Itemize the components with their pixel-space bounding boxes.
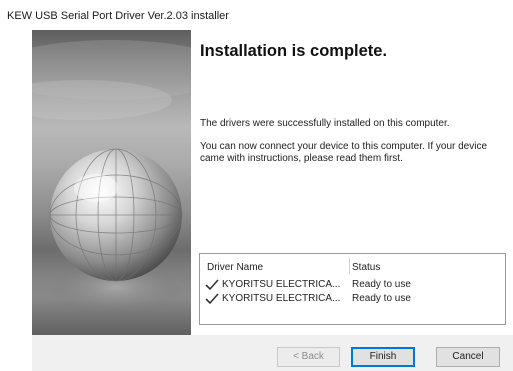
column-header-driver-name[interactable]: Driver Name bbox=[207, 262, 263, 273]
driver-name: KYORITSU ELECTRICA... bbox=[222, 279, 341, 290]
sidebar-globe-image bbox=[32, 30, 191, 335]
driver-row[interactable]: KYORITSU ELECTRICA... Ready to use bbox=[200, 292, 505, 306]
checkmark-icon bbox=[205, 279, 219, 291]
checkmark-icon bbox=[205, 293, 219, 305]
back-button[interactable]: < Back bbox=[277, 347, 340, 367]
cancel-button[interactable]: Cancel bbox=[436, 347, 500, 367]
globe-graphic bbox=[32, 40, 191, 335]
window-title: KEW USB Serial Port Driver Ver.2.03 inst… bbox=[7, 10, 229, 22]
success-message: The drivers were successfully installed … bbox=[200, 118, 450, 129]
button-bar: < Back Finish Cancel bbox=[32, 335, 513, 371]
main-panel: Installation is complete. The drivers we… bbox=[191, 30, 513, 335]
title-bar: KEW USB Serial Port Driver Ver.2.03 inst… bbox=[0, 0, 513, 30]
driver-list[interactable]: Driver Name Status KYORITSU ELECTRICA...… bbox=[199, 253, 506, 325]
driver-status: Ready to use bbox=[352, 293, 411, 304]
driver-name: KYORITSU ELECTRICA... bbox=[222, 293, 341, 304]
driver-row[interactable]: KYORITSU ELECTRICA... Ready to use bbox=[200, 278, 505, 292]
instructions-message: You can now connect your device to this … bbox=[200, 141, 488, 164]
driver-status: Ready to use bbox=[352, 279, 411, 290]
finish-button[interactable]: Finish bbox=[351, 347, 415, 367]
column-divider[interactable] bbox=[349, 258, 350, 274]
column-header-status[interactable]: Status bbox=[352, 262, 380, 273]
page-title: Installation is complete. bbox=[200, 42, 388, 60]
